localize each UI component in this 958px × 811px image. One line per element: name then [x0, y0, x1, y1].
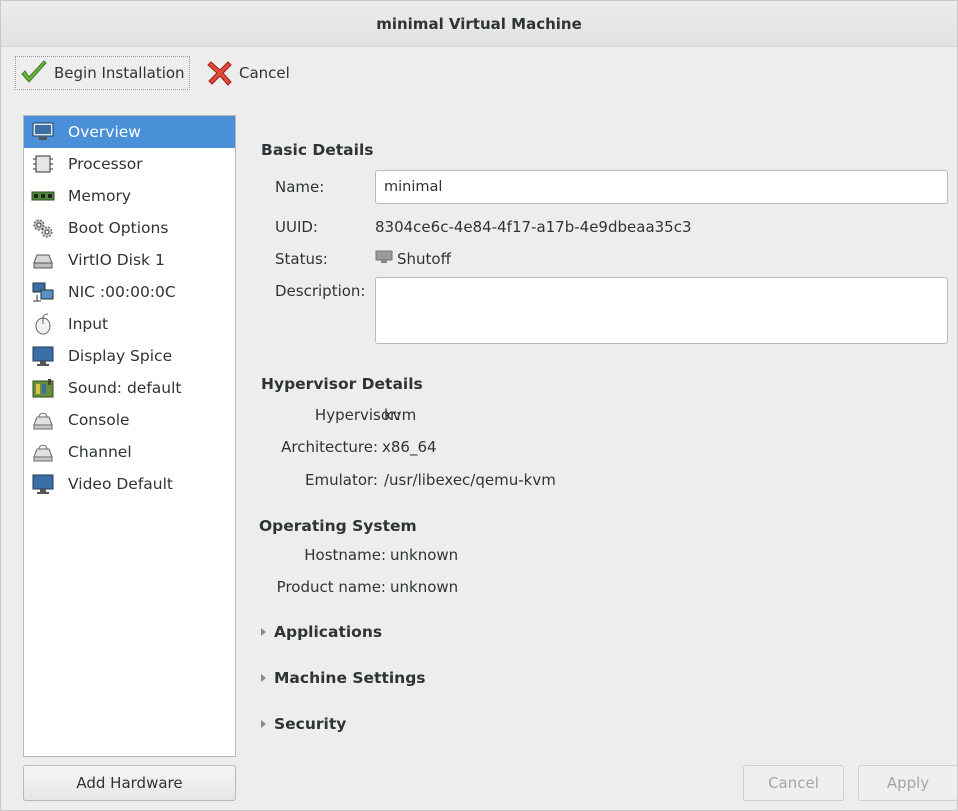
cancel-button[interactable]: Cancel: [743, 765, 844, 801]
status-text: Shutoff: [397, 250, 451, 268]
applications-expander[interactable]: Applications: [261, 623, 382, 641]
expander-arrow-icon: [261, 674, 266, 682]
name-label: Name:: [275, 178, 325, 196]
red-x-icon: [207, 60, 233, 86]
display-icon: [30, 344, 56, 368]
display-icon: [30, 472, 56, 496]
sidebar-item-nic[interactable]: NIC :00:00:0C: [24, 276, 235, 308]
security-expander[interactable]: Security: [261, 715, 346, 733]
sidebar-item-virtio-disk[interactable]: VirtIO Disk 1: [24, 244, 235, 276]
operating-system-heading: Operating System: [259, 517, 417, 535]
sidebar-item-input[interactable]: Input: [24, 308, 235, 340]
uuid-label: UUID:: [275, 218, 318, 236]
toolbar: Begin Installation Cancel: [1, 48, 957, 98]
cancel-installation-button[interactable]: Cancel: [203, 56, 294, 90]
hardware-list: Overview Processor Memory Boot Options V…: [23, 115, 236, 757]
monitor-icon: [30, 120, 56, 144]
network-icon: [30, 280, 56, 304]
machine-settings-expander[interactable]: Machine Settings: [261, 669, 426, 687]
status-label: Status:: [275, 250, 328, 268]
hypervisor-label: Hypervisor:: [314, 406, 401, 424]
architecture-value: x86_64: [382, 438, 437, 456]
basic-details-heading: Basic Details: [261, 141, 374, 159]
hostname-value: unknown: [390, 546, 459, 564]
hypervisor-value: kvm: [384, 406, 417, 424]
uuid-value: 8304ce6c-4e84-4f17-a17b-4e9dbeaa35c3: [375, 218, 692, 236]
serial-icon: [30, 408, 56, 432]
ram-icon: [30, 184, 56, 208]
sidebar-item-sound[interactable]: Sound: default: [24, 372, 235, 404]
description-label: Description:: [275, 282, 366, 300]
hypervisor-details-heading: Hypervisor Details: [261, 375, 423, 393]
chip-icon: [30, 152, 56, 176]
sidebar-item-memory[interactable]: Memory: [24, 180, 235, 212]
sidebar-item-boot-options[interactable]: Boot Options: [24, 212, 235, 244]
emulator-label: Emulator:: [305, 471, 378, 489]
description-textarea[interactable]: [375, 277, 948, 344]
apply-button[interactable]: Apply: [858, 765, 958, 801]
serial-icon: [30, 440, 56, 464]
emulator-value: /usr/libexec/qemu-kvm: [384, 471, 556, 489]
sidebar-item-overview[interactable]: Overview: [24, 116, 235, 148]
overview-panel: Basic Details Name: UUID: 8304ce6c-4e84-…: [251, 115, 951, 755]
gears-icon: [30, 216, 56, 240]
sound-icon: [30, 376, 56, 400]
sidebar-item-channel[interactable]: Channel: [24, 436, 235, 468]
product-name-label: Product name:: [276, 578, 386, 596]
add-hardware-button[interactable]: Add Hardware: [23, 765, 236, 801]
name-input[interactable]: [375, 170, 948, 204]
disk-icon: [30, 248, 56, 272]
vm-details-window: minimal Virtual Machine Begin Installati…: [0, 0, 958, 811]
begin-installation-button[interactable]: Begin Installation: [15, 56, 190, 90]
expander-arrow-icon: [261, 628, 266, 636]
begin-installation-label: Begin Installation: [54, 64, 185, 82]
expander-arrow-icon: [261, 720, 266, 728]
cancel-installation-label: Cancel: [239, 64, 290, 82]
sidebar-item-video[interactable]: Video Default: [24, 468, 235, 500]
window-title: minimal Virtual Machine: [1, 1, 957, 47]
sidebar-item-display-spice[interactable]: Display Spice: [24, 340, 235, 372]
sidebar-item-console[interactable]: Console: [24, 404, 235, 436]
hostname-label: Hostname:: [304, 546, 386, 564]
architecture-label: Architecture:: [281, 438, 378, 456]
product-name-value: unknown: [390, 578, 459, 596]
sidebar-item-processor[interactable]: Processor: [24, 148, 235, 180]
checkmark-icon: [20, 60, 48, 86]
status-value: Shutoff: [375, 250, 451, 268]
shutoff-icon: [375, 250, 393, 268]
mouse-icon: [30, 312, 56, 336]
